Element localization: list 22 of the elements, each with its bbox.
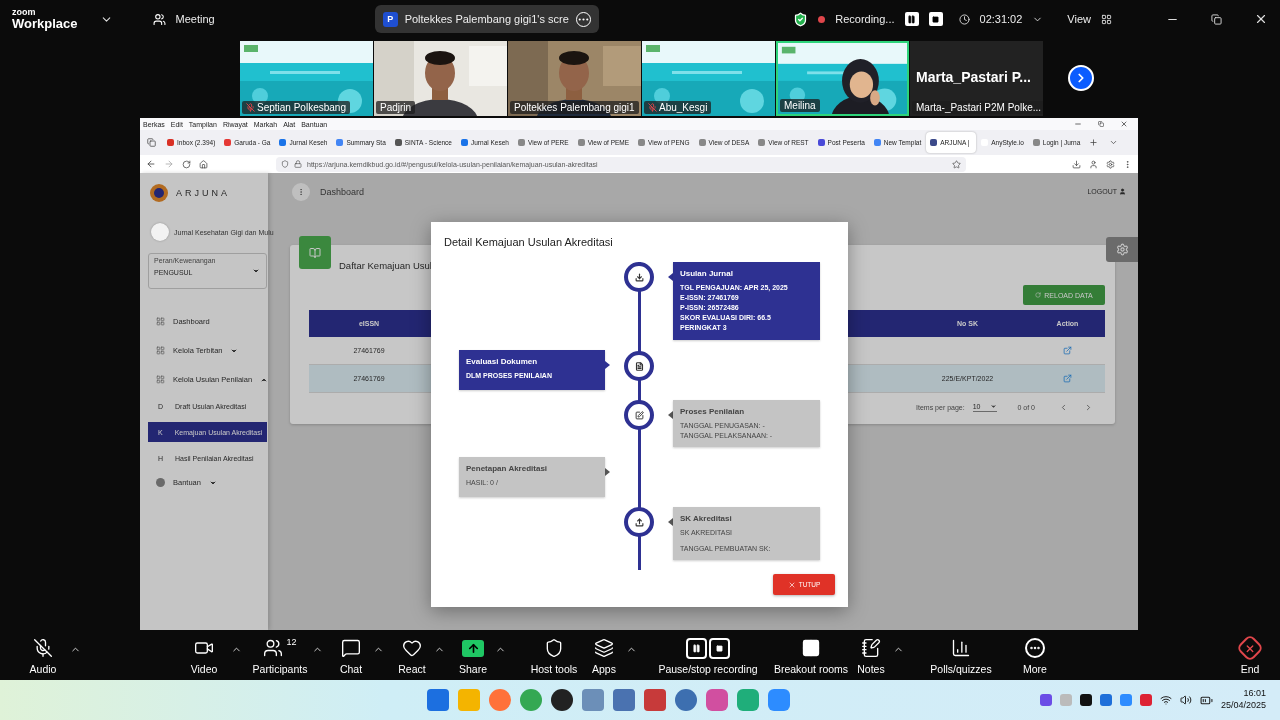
brand-name: Workplace — [12, 17, 78, 30]
participant-name-text: Poltekkes Palembang gigi1 — [514, 101, 635, 113]
share-title: Poltekkes Palembang gigi1's scre — [404, 13, 569, 25]
step-title: SK Akreditasi — [680, 514, 733, 523]
recording-label: Recording... — [835, 13, 895, 25]
step-title: Usulan Jurnal — [680, 269, 734, 278]
share-badge: P — [382, 11, 398, 27]
participant-name-text: Padjrin — [380, 101, 412, 113]
step-title: Evaluasi Dokumen — [466, 357, 539, 366]
page-title: Dashboard — [320, 186, 365, 197]
app-name: ARJUNA — [176, 188, 230, 198]
card-title: Daftar Kemajuan Usul — [339, 260, 432, 273]
brand-logo-small: zoom — [12, 8, 37, 17]
step-title: Proses Penilaian — [680, 407, 746, 416]
dialog-title: Detail Kemajuan Usulan Akreditasi — [444, 236, 614, 250]
participant-name-text: Meilina — [784, 99, 816, 111]
participant-name-text: Abu_Kesgi — [659, 101, 708, 113]
participant-name-text: Marta-_Pastari P2M Polke... — [916, 101, 1042, 113]
participant-display-name: Marta_Pastari P... — [916, 68, 1031, 85]
recording-timer: 02:31:02 — [979, 13, 1023, 25]
step-title: Penetapan Akreditasi — [466, 464, 549, 473]
participant-name-text: Septian Polkesbang — [257, 101, 346, 113]
